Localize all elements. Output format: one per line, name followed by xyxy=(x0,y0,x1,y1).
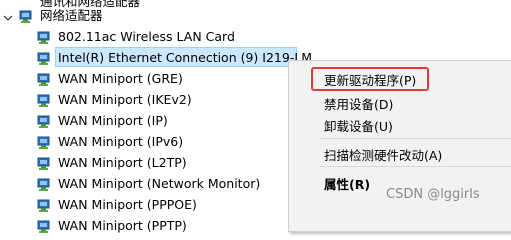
tree-device-label: WAN Miniport (PPTP) xyxy=(58,218,187,233)
chevron-down-icon[interactable] xyxy=(3,13,13,23)
network-adapter-icon xyxy=(37,114,53,128)
menu-item-uninstall-device[interactable]: 卸载设备(U) xyxy=(324,116,393,135)
network-adapter-icon xyxy=(19,9,35,23)
tree-device-label: WAN Miniport (L2TP) xyxy=(58,155,187,170)
menu-separator xyxy=(319,166,511,167)
network-adapter-icon xyxy=(37,93,53,107)
tree-device-row[interactable]: WAN Miniport (L2TP) xyxy=(37,152,187,173)
network-adapter-icon xyxy=(37,72,53,86)
tree-device-row[interactable]: WAN Miniport (IPv6) xyxy=(37,131,183,152)
network-adapter-icon xyxy=(37,177,53,191)
tree-category-network-adapters[interactable]: 网络适配器 xyxy=(19,5,103,26)
menu-item-update-driver[interactable]: 更新驱动程序(P) xyxy=(324,70,416,89)
tree-device-label: WAN Miniport (IKEv2) xyxy=(58,92,192,107)
tree-device-label: WAN Miniport (PPPOE) xyxy=(58,197,197,212)
tree-category-label: 网络适配器 xyxy=(40,8,103,23)
tree-device-label: WAN Miniport (IP) xyxy=(58,113,168,128)
tree-device-label: Intel(R) Ethernet Connection (9) I219-LM xyxy=(58,50,313,65)
network-adapter-icon xyxy=(37,219,53,233)
network-adapter-icon xyxy=(37,30,53,44)
tree-device-row[interactable]: Intel(R) Ethernet Connection (9) I219-LM xyxy=(37,47,312,68)
tree-device-row[interactable]: WAN Miniport (PPTP) xyxy=(37,215,187,236)
tree-device-row[interactable]: WAN Miniport (IP) xyxy=(37,110,168,131)
network-adapter-icon xyxy=(37,156,53,170)
menu-item-properties[interactable]: 属性(R) xyxy=(324,174,370,193)
watermark: CSDN @lggirls xyxy=(386,187,480,202)
tree-device-label: WAN Miniport (GRE) xyxy=(58,71,183,86)
network-adapter-icon xyxy=(37,51,53,65)
tree-device-row[interactable]: WAN Miniport (PPPOE) xyxy=(37,194,197,215)
network-adapter-icon xyxy=(37,198,53,212)
tree-device-label: 802.11ac Wireless LAN Card xyxy=(58,29,235,44)
network-adapter-icon xyxy=(37,135,53,149)
tree-device-row[interactable]: WAN Miniport (IKEv2) xyxy=(37,89,192,110)
tree-device-row[interactable]: WAN Miniport (GRE) xyxy=(37,68,183,89)
tree-device-row[interactable]: WAN Miniport (Network Monitor) xyxy=(37,173,260,194)
menu-item-disable-device[interactable]: 禁用设备(D) xyxy=(324,94,393,113)
tree-device-label: WAN Miniport (Network Monitor) xyxy=(58,176,261,191)
menu-separator xyxy=(319,138,511,139)
menu-item-scan-hardware[interactable]: 扫描检测硬件改动(A) xyxy=(324,145,442,164)
tree-device-label: WAN Miniport (IPv6) xyxy=(58,134,184,149)
context-menu: 更新驱动程序(P) 禁用设备(D) 卸载设备(U) 扫描检测硬件改动(A) 属性… xyxy=(288,60,511,232)
tree-device-row[interactable]: 802.11ac Wireless LAN Card xyxy=(37,26,235,47)
